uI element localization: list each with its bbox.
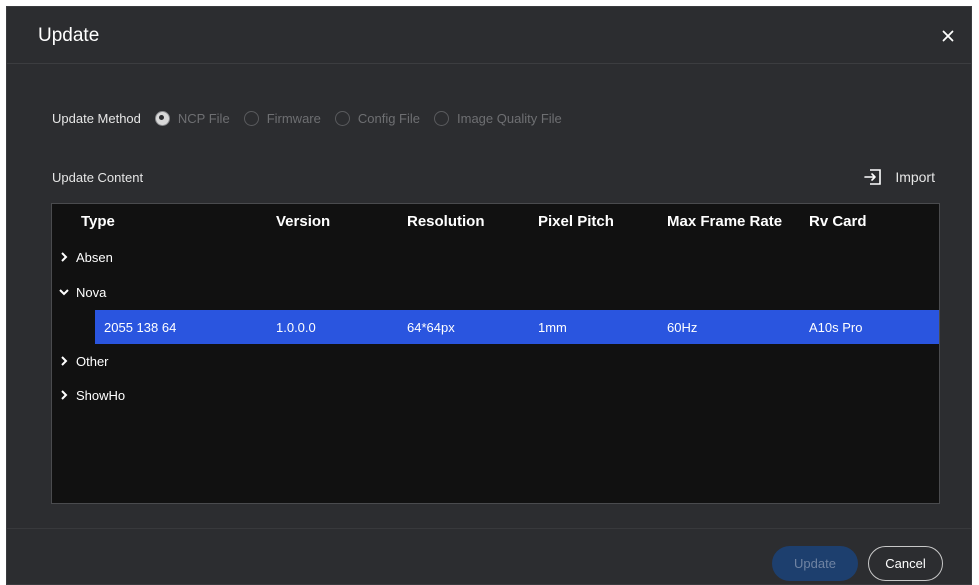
update-method-row: Update Method NCP File Firmware Config F…	[52, 108, 576, 128]
radio-firmware[interactable]: Firmware	[243, 110, 321, 126]
radio-label: NCP File	[177, 110, 230, 126]
cell-rv-card: A10s Pro	[809, 320, 863, 335]
update-dialog: Update Update Method NCP File Firmware C…	[6, 6, 972, 585]
radio-image-quality-file[interactable]: Image Quality File	[434, 110, 562, 126]
cell-resolution: 64*64px	[407, 320, 455, 335]
dialog-title: Update	[38, 25, 100, 46]
radio-label: Image Quality File	[457, 110, 562, 126]
update-content-label: Update Content	[52, 170, 144, 185]
column-header-pixel-pitch: Pixel Pitch	[538, 213, 614, 230]
radio-label: Config File	[357, 110, 420, 126]
tree-group-showho[interactable]: ShowHo	[52, 380, 939, 412]
tree-group-label: Other	[76, 354, 109, 369]
tree-group-label: Absen	[76, 250, 113, 265]
chevron-down-icon	[59, 289, 69, 296]
cell-version: 1.0.0.0	[276, 320, 316, 335]
import-button[interactable]: Import	[863, 168, 935, 186]
cell-type: 2055 138 64	[104, 320, 177, 335]
chevron-right-icon	[61, 390, 68, 400]
radio-dot	[434, 110, 449, 126]
update-method-label: Update Method	[52, 110, 141, 126]
cell-max-frame-rate: 60Hz	[667, 320, 698, 335]
title-bar: Update	[7, 7, 971, 64]
tree-group-absen[interactable]: Absen	[52, 242, 939, 274]
tree-group-label: Nova	[76, 285, 107, 300]
radio-dot	[334, 110, 350, 126]
column-header-resolution: Resolution	[407, 213, 485, 230]
import-icon	[864, 169, 882, 185]
column-header-version: Version	[276, 213, 331, 230]
update-content-table: Type Version Resolution Pixel Pitch Max …	[51, 203, 940, 504]
radio-dot-checked	[154, 110, 170, 126]
column-header-max-frame-rate: Max Frame Rate	[667, 213, 783, 230]
tree-group-other[interactable]: Other	[52, 346, 939, 378]
close-icon[interactable]	[939, 27, 957, 45]
table-row-selected[interactable]: 2055 138 64 1.0.0.0 64*64px 1mm 60Hz A10…	[95, 310, 939, 344]
update-button[interactable]: Update	[772, 546, 858, 581]
column-header-rv-card: Rv Card	[809, 213, 867, 230]
table-header: Type Version Resolution Pixel Pitch Max …	[52, 204, 939, 238]
cancel-button[interactable]: Cancel	[868, 546, 943, 581]
tree-group-nova[interactable]: Nova	[52, 277, 939, 309]
radio-config-file[interactable]: Config File	[334, 110, 420, 126]
radio-label: Firmware	[266, 110, 321, 126]
chevron-right-icon	[61, 356, 68, 366]
footer-divider	[7, 528, 971, 529]
radio-ncp-file[interactable]: NCP File	[154, 110, 230, 126]
import-label: Import	[895, 169, 935, 185]
cell-pixel-pitch: 1mm	[538, 320, 567, 335]
chevron-right-icon	[61, 252, 68, 262]
radio-dot	[243, 110, 259, 126]
column-header-type: Type	[81, 213, 115, 230]
tree-group-label: ShowHo	[76, 388, 126, 403]
